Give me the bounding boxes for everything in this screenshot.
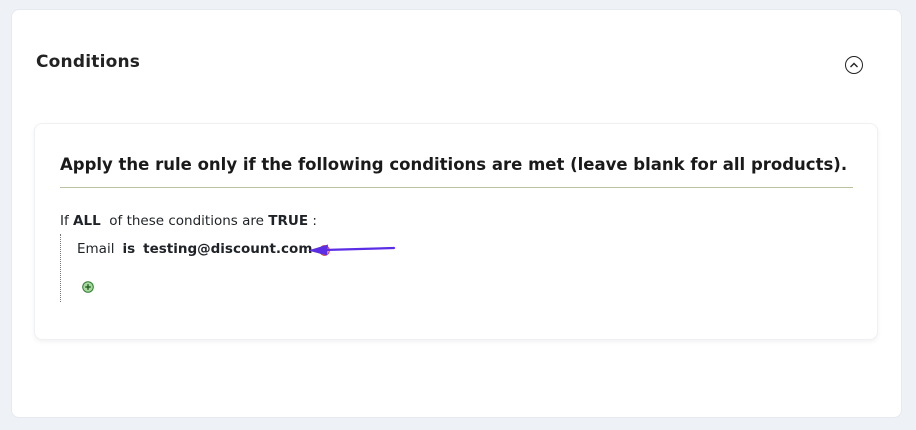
condition-prefix: If bbox=[60, 213, 69, 229]
condition-operator[interactable]: is bbox=[122, 241, 135, 257]
chevron-up-icon bbox=[850, 62, 858, 68]
condition-middle-text: of these conditions are bbox=[109, 213, 264, 229]
conditions-card: Apply the rule only if the following con… bbox=[35, 124, 877, 339]
condition-attribute[interactable]: Email bbox=[77, 241, 114, 257]
value-selector[interactable]: TRUE bbox=[268, 213, 308, 229]
condition-value[interactable]: testing@discount.com bbox=[143, 241, 312, 257]
card-heading: Apply the rule only if the following con… bbox=[60, 155, 848, 174]
add-circle-icon[interactable] bbox=[82, 281, 94, 293]
conditions-panel: Conditions Apply the rule only if the fo… bbox=[12, 10, 901, 417]
aggregator-selector[interactable]: ALL bbox=[73, 213, 101, 229]
collapse-button[interactable] bbox=[845, 56, 863, 74]
heading-divider bbox=[60, 187, 853, 188]
annotation-arrow bbox=[308, 244, 396, 256]
condition-row: Email is testing@discount.com bbox=[77, 241, 331, 257]
condition-suffix: : bbox=[312, 213, 317, 229]
condition-aggregator-line: If ALL of these conditions are TRUE : bbox=[60, 213, 317, 229]
panel-title: Conditions bbox=[36, 52, 141, 72]
